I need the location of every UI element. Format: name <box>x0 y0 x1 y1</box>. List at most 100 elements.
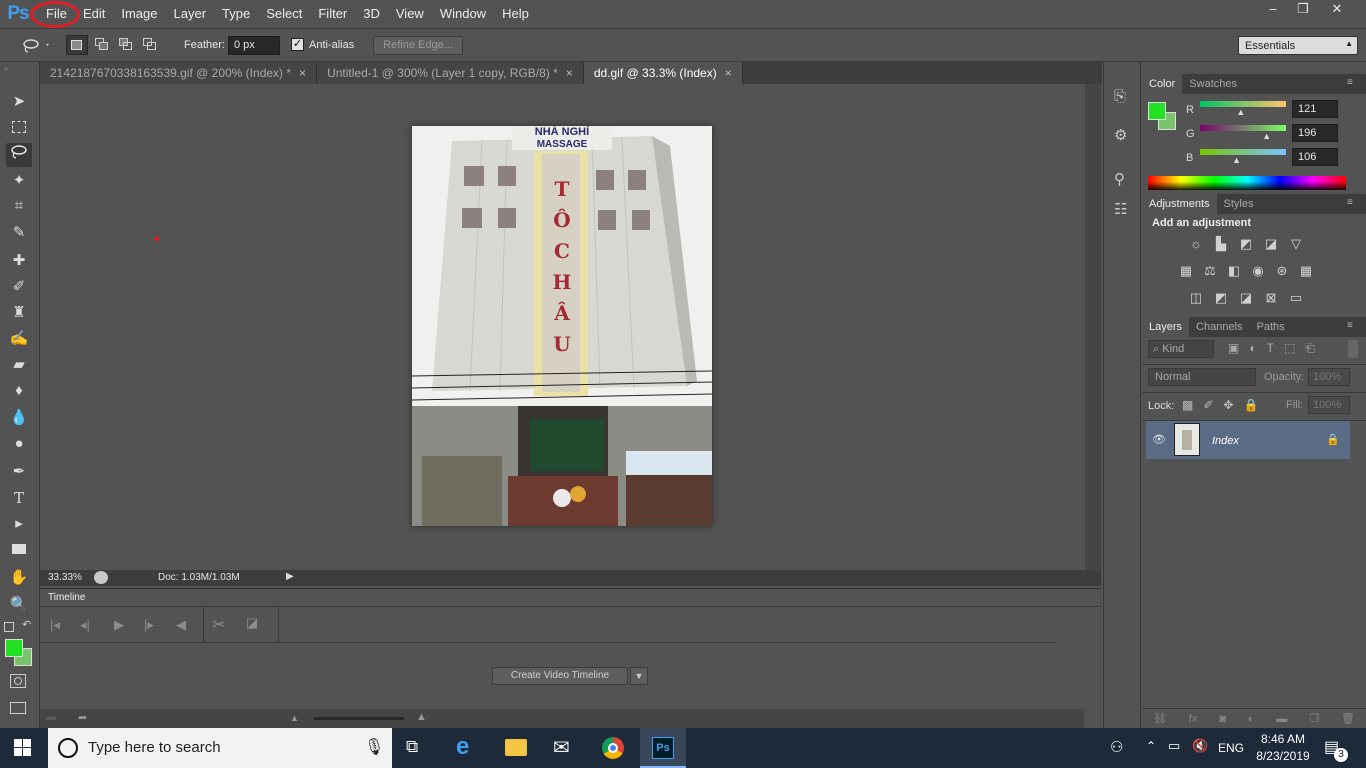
audio-icon[interactable]: ◀ <box>176 617 186 633</box>
lock-position-icon[interactable]: ✥ <box>1223 398 1233 412</box>
g-slider[interactable] <box>1200 125 1286 131</box>
delete-layer-icon[interactable]: 🗑 <box>1341 712 1355 725</box>
previous-frame-icon[interactable]: ◂| <box>80 617 90 633</box>
tab-document-1[interactable]: 2142187670338163539.gif @ 200% (Index) *… <box>40 62 318 84</box>
photo-filter-icon[interactable]: ◉ <box>1250 264 1266 278</box>
tab-color[interactable]: Color <box>1142 74 1183 94</box>
hand-tool-icon[interactable]: ✋ <box>6 566 32 590</box>
eraser-tool-icon[interactable]: ▰ <box>6 353 32 377</box>
tab-swatches[interactable]: Swatches <box>1182 74 1244 94</box>
create-video-timeline-button[interactable]: Create Video Timeline <box>492 667 628 685</box>
move-tool-icon[interactable]: ➤ <box>6 90 32 114</box>
first-frame-icon[interactable]: |◂ <box>50 617 60 633</box>
lock-all-icon[interactable]: 🔒 <box>1243 398 1258 412</box>
clock-time[interactable]: 8:46 AM <box>1258 732 1308 746</box>
g-slider-thumb-icon[interactable]: ▲ <box>1262 131 1271 141</box>
channel-mixer-icon[interactable]: ⊛ <box>1274 264 1290 278</box>
crop-tool-icon[interactable]: ⌗ <box>6 194 32 218</box>
feather-input[interactable]: 0 px <box>228 36 280 55</box>
edge-browser-icon[interactable]: e <box>456 733 469 761</box>
task-view-icon[interactable]: ⧉ <box>406 737 418 757</box>
brush-presets-icon[interactable]: ☷ <box>1114 200 1127 218</box>
clone-stamp-tool-icon[interactable]: ♜ <box>6 301 32 325</box>
smart-object-filter-icon[interactable]: ⎗ <box>1305 341 1315 356</box>
g-input[interactable]: 196 <box>1292 124 1338 142</box>
menu-view[interactable]: View <box>388 0 432 28</box>
healing-brush-tool-icon[interactable]: ✚ <box>6 249 32 273</box>
b-slider-thumb-icon[interactable]: ▲ <box>1232 155 1241 165</box>
new-group-icon[interactable]: ▬ <box>1276 713 1287 725</box>
layer-row-index[interactable]: 👁 Index 🔒 <box>1146 421 1350 459</box>
blend-mode-select[interactable]: Normal <box>1148 368 1256 386</box>
intersect-selection-icon[interactable] <box>142 37 158 53</box>
tab-styles[interactable]: Styles <box>1217 194 1261 214</box>
new-layer-icon[interactable]: ❐ <box>1309 712 1319 725</box>
timeline-tab[interactable]: Timeline <box>40 589 95 607</box>
visibility-eye-icon[interactable]: 👁 <box>1152 433 1166 446</box>
r-slider-thumb-icon[interactable]: ▲ <box>1236 107 1245 117</box>
menu-type[interactable]: Type <box>214 0 258 28</box>
zoom-level[interactable]: 33.33% <box>48 572 82 583</box>
vertical-scrollbar[interactable] <box>1085 84 1101 570</box>
pixel-filter-icon[interactable]: ▣ <box>1228 341 1239 356</box>
selective-color-icon[interactable]: ⊠ <box>1263 291 1279 305</box>
hue-saturation-icon[interactable]: ▦ <box>1178 264 1194 278</box>
blur-tool-icon[interactable]: 💧 <box>6 406 32 430</box>
panel-menu-icon[interactable]: ≡ <box>1347 197 1353 208</box>
marquee-tool-icon[interactable] <box>6 116 32 140</box>
document-image[interactable]: NHÀ NGHỈ MASSAGE T Ô C H Â U <box>412 126 712 526</box>
panel-menu-icon[interactable]: ≡ <box>1347 77 1353 88</box>
posterize-icon[interactable]: ◩ <box>1213 291 1229 305</box>
status-info-icon[interactable] <box>94 571 108 584</box>
split-scissors-icon[interactable]: ✂ <box>212 615 225 635</box>
dodge-tool-icon[interactable]: ● <box>6 432 32 456</box>
menu-layer[interactable]: Layer <box>166 0 215 28</box>
brightness-contrast-icon[interactable]: ☼ <box>1188 237 1204 251</box>
file-explorer-icon[interactable] <box>505 739 527 756</box>
default-colors-icon[interactable] <box>4 622 14 632</box>
filter-toggle[interactable] <box>1348 340 1358 358</box>
timeline-dropdown-icon[interactable]: ▼ <box>630 667 648 685</box>
minimize-button[interactable]: – <box>1256 0 1290 20</box>
windows-start-icon[interactable] <box>14 739 32 757</box>
screen-mode-icon[interactable] <box>10 702 26 714</box>
new-adjustment-icon[interactable]: ◐ <box>1248 713 1255 725</box>
type-tool-icon[interactable]: T <box>6 486 32 510</box>
tab-document-2[interactable]: Untitled-1 @ 300% (Layer 1 copy, RGB/8) … <box>317 62 584 84</box>
zoom-tool-icon[interactable]: 🔍 <box>6 593 32 617</box>
b-slider[interactable] <box>1200 149 1286 155</box>
antialias-checkbox[interactable]: ✓ <box>291 38 304 51</box>
layer-name[interactable]: Index <box>1212 435 1239 447</box>
tab-paths[interactable]: Paths <box>1250 317 1292 337</box>
lasso-tool-icon[interactable] <box>6 143 32 167</box>
close-tab-icon[interactable]: × <box>566 66 573 80</box>
lasso-preset-icon[interactable] <box>22 37 49 53</box>
rectangle-tool-icon[interactable] <box>6 538 32 562</box>
close-tab-icon[interactable]: × <box>299 66 306 80</box>
play-icon[interactable]: ▶ <box>114 617 124 633</box>
menu-help[interactable]: Help <box>494 0 537 28</box>
layer-style-icon[interactable]: fx <box>1189 713 1198 725</box>
brush-tool-icon[interactable]: ✐ <box>6 275 32 299</box>
invert-icon[interactable]: ◫ <box>1188 291 1204 305</box>
microphone-icon[interactable]: 🎙 <box>364 737 384 757</box>
zoom-out-icon[interactable]: ▲ <box>290 713 299 723</box>
frame-animation-icon[interactable]: ▫▫▫ <box>46 713 56 723</box>
lock-pixels-icon[interactable]: ✐ <box>1203 398 1213 412</box>
subtract-from-selection-icon[interactable] <box>118 37 134 53</box>
black-white-icon[interactable]: ◧ <box>1226 264 1242 278</box>
transition-icon[interactable]: ◪ <box>246 615 258 631</box>
new-selection-icon[interactable] <box>66 35 88 55</box>
r-input[interactable]: 121 <box>1292 100 1338 118</box>
type-filter-icon[interactable]: T <box>1267 341 1274 356</box>
add-to-selection-icon[interactable] <box>94 37 110 53</box>
panel-menu-icon[interactable]: ≡ <box>1347 320 1353 331</box>
paint-bucket-tool-icon[interactable]: ♦ <box>6 379 32 403</box>
vibrance-icon[interactable]: ▽ <box>1288 237 1304 251</box>
menu-edit[interactable]: Edit <box>75 0 113 28</box>
curves-icon[interactable]: ◩ <box>1238 237 1254 251</box>
photoshop-taskbar-button[interactable]: Ps <box>640 728 686 768</box>
tab-adjustments[interactable]: Adjustments <box>1142 194 1217 214</box>
properties-panel-icon[interactable]: ⚙ <box>1114 126 1127 144</box>
add-mask-icon[interactable]: ◙ <box>1219 713 1226 725</box>
